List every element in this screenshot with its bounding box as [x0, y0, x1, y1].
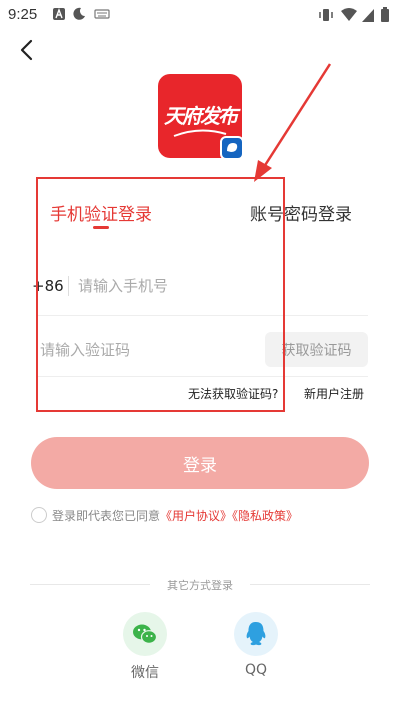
notification-a-icon [53, 8, 65, 20]
privacy-policy-link[interactable]: 《隐私政策》 [232, 509, 298, 523]
vibrate-icon [319, 9, 333, 21]
agreement-prefix: 登录即代表您已同意 [52, 509, 161, 523]
user-agreement-link[interactable]: 《用户协议》 [160, 509, 232, 523]
wechat-login-button[interactable] [123, 612, 167, 656]
login-button[interactable]: 登录 [31, 437, 369, 489]
notification-moon-icon [73, 7, 85, 20]
signal-icon [362, 9, 374, 22]
register-link[interactable]: 新用户注册 [304, 385, 364, 402]
wechat-icon [133, 624, 158, 644]
logo-text: 天府发布 [164, 104, 238, 128]
logo-swoosh-icon [173, 129, 227, 137]
app-logo: 天府发布 [158, 74, 244, 160]
agreement-checkbox[interactable] [31, 507, 47, 523]
status-bar: 9:25 [0, 0, 400, 30]
status-time: 9:25 [8, 6, 38, 23]
keyboard-icon [94, 9, 110, 19]
annotation-highlight-box [36, 177, 285, 412]
qq-label: QQ [244, 662, 268, 678]
qq-login-button[interactable] [234, 612, 278, 656]
agreement-text: 登录即代表您已同意《用户协议》《隐私政策》 [52, 507, 298, 524]
back-button[interactable] [14, 36, 40, 64]
logo-badge-icon [220, 136, 244, 160]
other-login-title: 其它方式登录 [167, 579, 233, 592]
wechat-label: 微信 [131, 665, 159, 681]
qq-penguin-icon [246, 622, 266, 646]
wifi-icon [341, 8, 357, 21]
battery-icon [381, 7, 389, 22]
